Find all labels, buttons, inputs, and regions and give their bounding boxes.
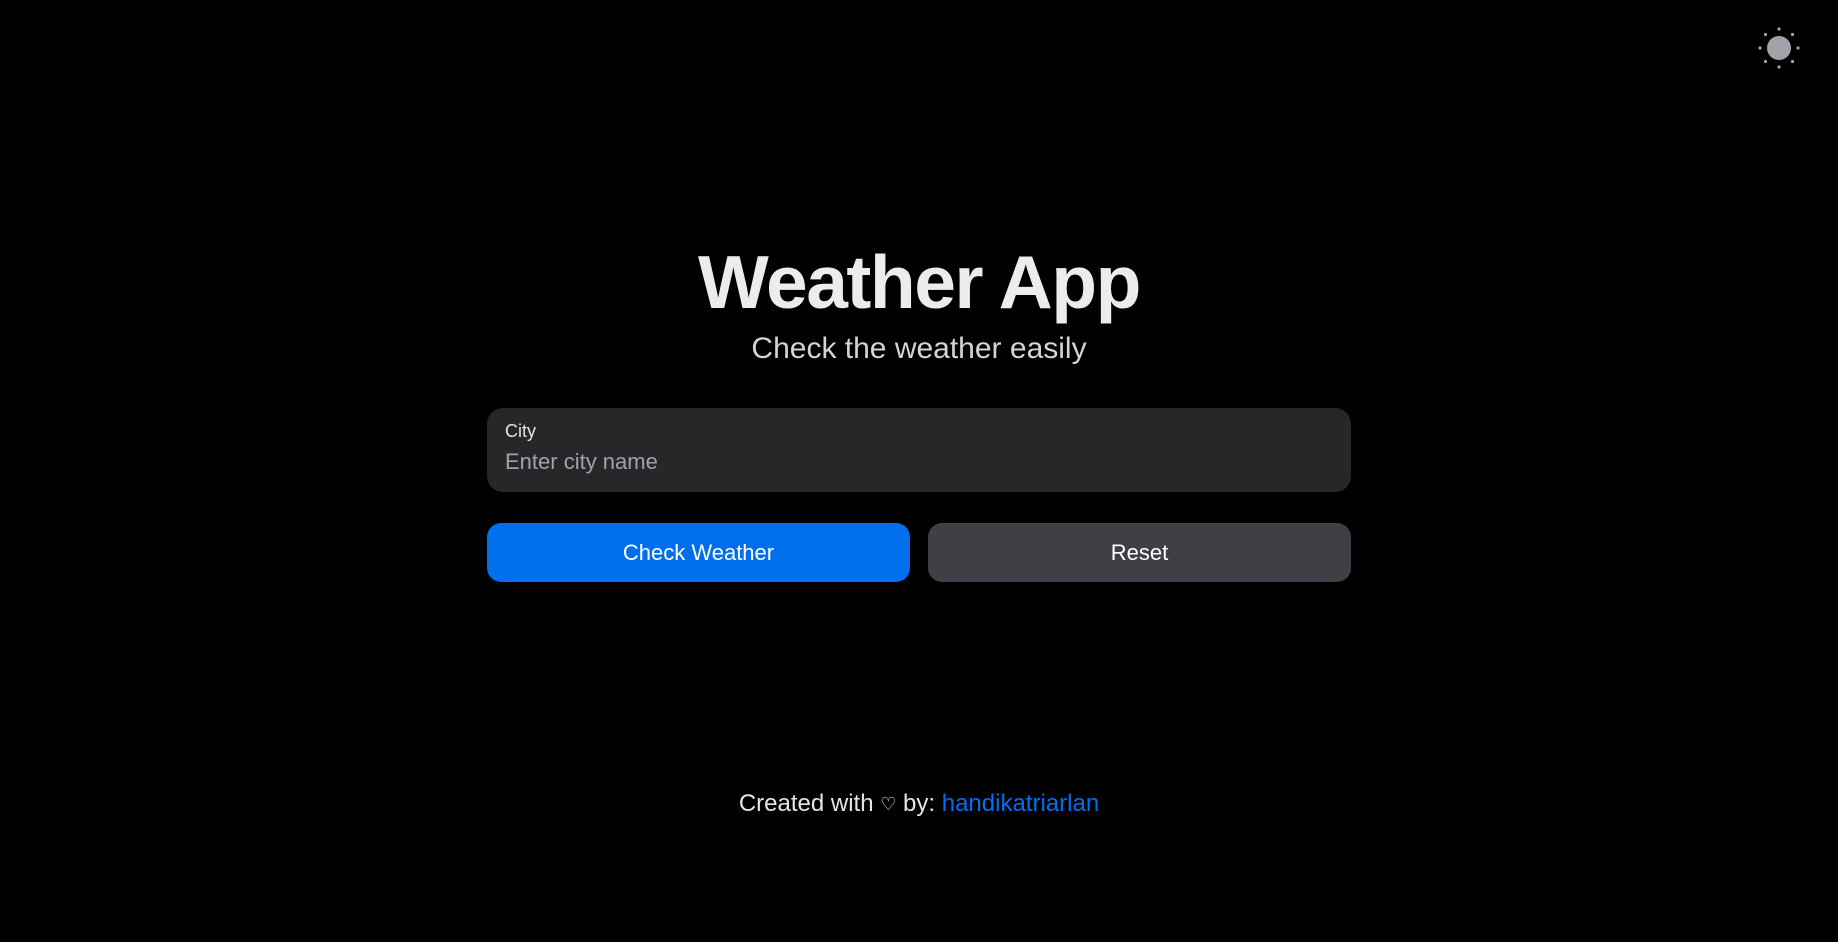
footer-by: by: [903,790,936,817]
city-label: City [505,421,536,441]
city-field[interactable]: City [487,408,1351,492]
footer: Created with ♡ by: handikatriarlan [0,786,1838,822]
author-link[interactable]: handikatriarlan [942,790,1099,817]
weather-app-page: Weather App Check the weather easily Cit… [0,0,1838,942]
city-input[interactable] [505,448,1333,476]
check-weather-button[interactable]: Check Weather [487,523,910,582]
heart-icon: ♡ [880,794,897,814]
reset-button[interactable]: Reset [928,523,1351,582]
page-title: Weather App [698,240,1141,324]
page-subtitle: Check the weather easily [751,332,1087,365]
header: Weather App Check the weather easily [0,235,1838,369]
sun-icon [1757,26,1801,70]
footer-prefix: Created with [738,790,874,817]
theme-toggle-button[interactable] [1757,26,1801,70]
